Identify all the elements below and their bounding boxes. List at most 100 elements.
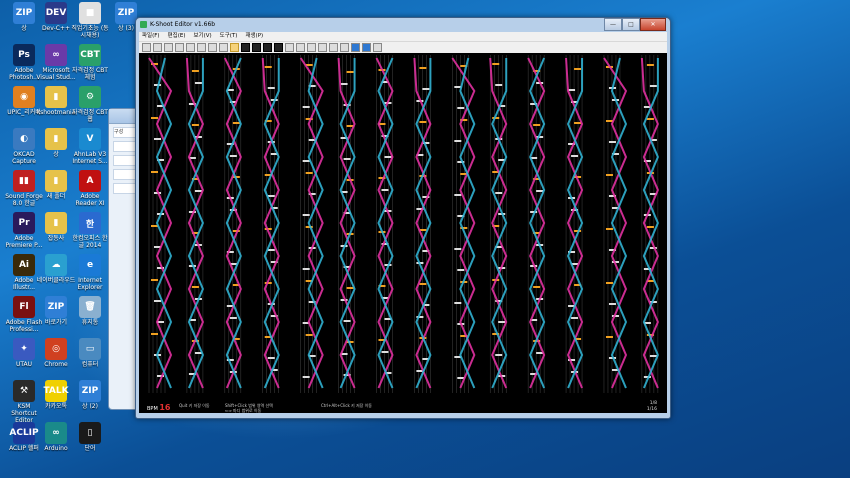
kshoot-editor-window[interactable]: K-Shoot Editor v1.66b — □ ✕ 파일(F) 편집(E) … <box>135 17 671 419</box>
note[interactable] <box>646 118 654 120</box>
desktop-icon[interactable]: CBT 자격검정 CBT 체험 <box>70 44 110 81</box>
toolbar-stop-button[interactable] <box>362 43 371 52</box>
note[interactable] <box>605 228 613 230</box>
note[interactable] <box>605 282 613 284</box>
note[interactable] <box>495 192 503 194</box>
toolbar-undo-button[interactable] <box>208 43 217 52</box>
toolbar-open-button[interactable] <box>153 43 162 52</box>
toolbar-settings-button[interactable] <box>340 43 349 52</box>
note[interactable] <box>536 190 544 192</box>
note[interactable] <box>419 121 427 123</box>
desktop-icon[interactable]: V AhnLab V3 Internet S... <box>70 128 110 165</box>
note[interactable] <box>608 141 616 143</box>
note[interactable] <box>422 88 430 90</box>
note[interactable] <box>302 376 310 378</box>
maximize-button[interactable]: □ <box>622 18 640 31</box>
toolbar-laser-l-button[interactable] <box>263 43 272 52</box>
laser-path[interactable] <box>610 57 628 389</box>
toolbar-slam-button[interactable] <box>307 43 316 52</box>
desktop-icon[interactable]: ▭ 컴퓨터 <box>70 338 110 368</box>
note[interactable] <box>346 71 354 73</box>
menu-play[interactable]: 재생(P) <box>245 32 263 41</box>
note[interactable] <box>419 67 427 69</box>
note[interactable] <box>302 160 310 162</box>
note[interactable] <box>267 195 275 197</box>
toolbar-fx-button[interactable] <box>241 43 250 52</box>
note[interactable] <box>571 317 579 319</box>
note[interactable] <box>191 70 199 72</box>
toolbar-insert-button[interactable] <box>230 43 239 52</box>
note[interactable] <box>191 124 199 126</box>
toolbar-camera-button[interactable] <box>318 43 327 52</box>
desktop-icon[interactable]: 🗑 휴지통 <box>70 296 110 326</box>
laser-path[interactable] <box>307 57 324 389</box>
toolbar-chip-button[interactable] <box>285 43 294 52</box>
note[interactable] <box>154 138 161 140</box>
note[interactable] <box>646 64 654 66</box>
note[interactable] <box>232 122 240 124</box>
toolbar-new-button[interactable] <box>142 43 151 52</box>
note[interactable] <box>346 287 354 289</box>
note[interactable] <box>343 320 351 322</box>
minimize-button[interactable]: — <box>604 18 622 31</box>
note[interactable] <box>454 140 462 142</box>
toolbar-paste-button[interactable] <box>197 43 206 52</box>
menu-tools[interactable]: 도구(T) <box>220 32 238 41</box>
note[interactable] <box>191 286 199 288</box>
note[interactable] <box>454 302 462 304</box>
note[interactable] <box>454 248 462 250</box>
toolbar-play-button[interactable] <box>351 43 360 52</box>
note[interactable] <box>574 122 582 124</box>
toolbar-preview-button[interactable] <box>373 43 382 52</box>
toolbar-laser-r-button[interactable] <box>274 43 283 52</box>
toolbar-cut-button[interactable] <box>175 43 184 52</box>
note[interactable] <box>454 194 462 196</box>
note[interactable] <box>305 334 313 336</box>
note[interactable] <box>605 174 613 176</box>
note[interactable] <box>384 156 392 158</box>
desktop-icon[interactable]: e Internet Explorer <box>70 254 110 291</box>
note[interactable] <box>608 303 616 305</box>
desktop-icon[interactable]: ZIP 상 (2) <box>70 380 110 410</box>
menu-file[interactable]: 파일(F) <box>142 32 160 41</box>
desktop-icon[interactable]: 한 한컴오피스 한글 2014 <box>70 212 110 249</box>
laser-path[interactable] <box>155 57 173 389</box>
note[interactable] <box>492 63 500 65</box>
note[interactable] <box>302 268 310 270</box>
note[interactable] <box>302 106 310 108</box>
note[interactable] <box>267 249 275 251</box>
chart-lanes[interactable] <box>139 53 667 413</box>
note[interactable] <box>533 286 541 288</box>
title-bar[interactable]: K-Shoot Editor v1.66b — □ ✕ <box>136 18 670 33</box>
note[interactable] <box>305 172 313 174</box>
note[interactable] <box>229 155 237 157</box>
note[interactable] <box>302 214 310 216</box>
note[interactable] <box>267 357 275 359</box>
note[interactable] <box>340 83 348 85</box>
note[interactable] <box>264 66 272 68</box>
desktop-icon[interactable]: ⚙ 자격검정 CBT 웹 <box>70 86 110 123</box>
chart-canvas[interactable] <box>139 53 667 413</box>
note[interactable] <box>574 68 582 70</box>
note[interactable] <box>498 321 506 323</box>
note[interactable] <box>571 155 579 157</box>
note[interactable] <box>381 351 389 353</box>
note[interactable] <box>151 117 158 119</box>
note[interactable] <box>151 171 158 173</box>
note[interactable] <box>495 84 503 86</box>
note[interactable] <box>229 317 237 319</box>
close-button[interactable]: ✕ <box>640 18 666 31</box>
desktop-icon[interactable]: A Adobe Reader XI <box>70 170 110 207</box>
note[interactable] <box>151 333 158 335</box>
toolbar-copy-button[interactable] <box>186 43 195 52</box>
note[interactable] <box>605 336 613 338</box>
toolbar-zoom-button[interactable] <box>329 43 338 52</box>
note[interactable] <box>649 85 657 87</box>
menu-edit[interactable]: 편집(E) <box>168 32 186 41</box>
note[interactable] <box>495 354 503 356</box>
note[interactable] <box>194 82 202 84</box>
note[interactable] <box>457 269 465 271</box>
menu-view[interactable]: 보기(V) <box>193 32 211 41</box>
toolbar-long-button[interactable] <box>296 43 305 52</box>
note[interactable] <box>457 107 465 109</box>
